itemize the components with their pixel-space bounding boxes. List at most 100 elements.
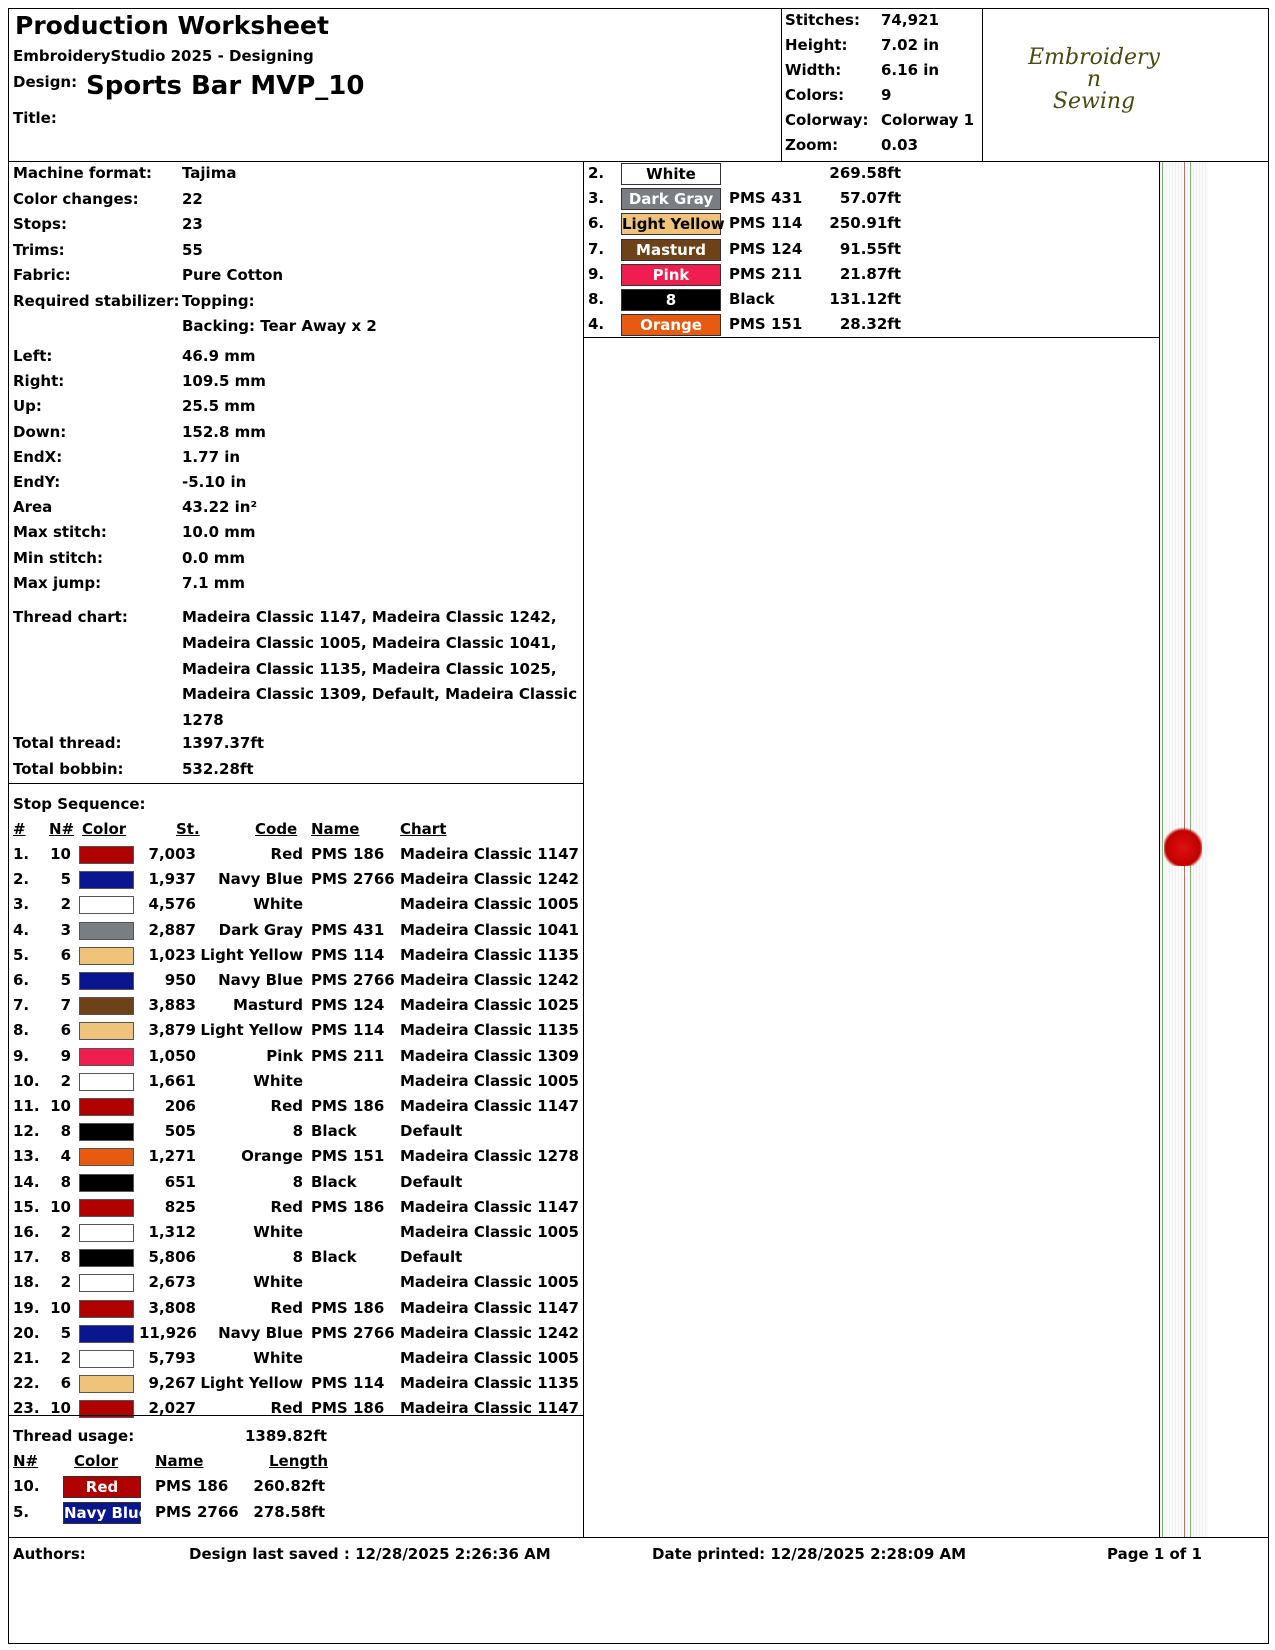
stat-value: 74,921 <box>881 11 939 29</box>
row-stitches: 3,879 <box>148 1021 196 1040</box>
row-number: 6. <box>13 971 30 989</box>
row-number: 8. <box>13 1021 30 1040</box>
footer-date-printed: Date printed: 12/28/2025 2:28:09 AM <box>652 1545 967 1563</box>
stat-label: Zoom: <box>785 136 839 154</box>
row-stitches: 950 <box>164 971 196 989</box>
usage-color-chip: Light Yellow <box>621 213 725 236</box>
row-needle: 2 <box>60 1071 71 1090</box>
color-swatch <box>79 1350 134 1368</box>
thread-usage-label: Thread usage: <box>13 1427 135 1445</box>
row-stitches: 3,808 <box>148 1298 196 1317</box>
col-header-stitches: St. <box>176 820 200 838</box>
row-stitches: 651 <box>164 1172 196 1191</box>
row-needle: 2 <box>60 1273 71 1292</box>
color-swatch <box>79 1249 134 1268</box>
dimension-label: EndY: <box>13 473 61 491</box>
logo-line-3: Sewing <box>1052 89 1136 114</box>
usage-name: PMS 186 <box>155 1477 229 1495</box>
row-needle: 7 <box>60 996 71 1015</box>
dimension-value: 46.9 mm <box>182 347 256 365</box>
row-number: 18. <box>13 1273 40 1292</box>
row-code: 8 <box>292 1248 303 1267</box>
row-code: White <box>253 1223 303 1241</box>
row-number: 16. <box>13 1223 40 1241</box>
row-name: PMS 151 <box>311 1147 385 1166</box>
stat-value: 6.16 in <box>881 61 940 79</box>
row-name: PMS 114 <box>311 945 385 964</box>
row-stitches: 5,793 <box>148 1349 196 1367</box>
usage-length: 57.07ft <box>839 189 901 208</box>
usage-needle: 3. <box>588 189 605 208</box>
row-code: Light Yellow <box>200 1374 303 1393</box>
usage-name: PMS 114 <box>729 214 803 233</box>
row-code: White <box>253 895 303 914</box>
dimension-value: 25.5 mm <box>182 397 256 416</box>
logo-line-1: Embroidery <box>1028 45 1160 70</box>
row-stitches: 1,661 <box>148 1071 196 1090</box>
row-needle: 5 <box>60 1323 71 1342</box>
property-label: Machine format: <box>13 164 152 182</box>
dimension-label: Min stitch: <box>13 548 103 567</box>
dimension-label: Up: <box>13 397 42 416</box>
usage-header-needle: N# <box>13 1452 39 1470</box>
color-swatch <box>79 1173 134 1192</box>
property-label: Trims: <box>13 240 65 259</box>
row-code: Dark Gray <box>218 920 303 939</box>
row-needle: 10 <box>50 1097 71 1115</box>
color-swatch <box>79 1324 134 1343</box>
dimension-label: Max jump: <box>13 573 102 592</box>
row-code: Light Yellow <box>200 945 303 964</box>
row-number: 20. <box>13 1323 40 1342</box>
row-number: 13. <box>13 1147 40 1166</box>
row-chart: Madeira Classic 1025 <box>400 996 579 1015</box>
row-chart: Madeira Classic 1242 <box>400 1323 579 1342</box>
row-stitches: 3,883 <box>148 996 196 1015</box>
property-value: 22 <box>182 189 203 208</box>
stat-label: Colors: <box>785 86 845 104</box>
row-needle: 10 <box>50 1197 71 1216</box>
usage-needle: 8. <box>588 290 605 308</box>
stat-value: Colorway 1 <box>881 111 975 129</box>
row-number: 15. <box>13 1197 40 1216</box>
thread-chart-label: Thread chart: <box>13 608 128 626</box>
stat-label: Width: <box>785 61 842 79</box>
dimension-label: Max stitch: <box>13 523 107 542</box>
row-chart: Default <box>400 1248 463 1267</box>
usage-color-chip: Orange <box>621 314 721 337</box>
usage-color-chip: Masturd <box>621 238 721 261</box>
row-needle: 5 <box>60 870 71 889</box>
row-needle: 10 <box>50 845 71 863</box>
usage-header-length: Length <box>269 1452 328 1470</box>
total-label: Total thread: <box>13 734 122 752</box>
color-swatch <box>79 921 134 940</box>
usage-name: Black <box>729 290 775 308</box>
row-needle: 6 <box>60 945 71 964</box>
row-name: PMS 431 <box>311 920 385 939</box>
row-chart: Madeira Classic 1005 <box>400 1349 579 1367</box>
color-swatch <box>79 1224 134 1242</box>
row-name: PMS 186 <box>311 1298 385 1317</box>
row-chart: Madeira Classic 1005 <box>400 1071 579 1090</box>
design-preview-strip <box>1160 162 1208 1537</box>
row-stitches: 505 <box>164 1122 196 1141</box>
row-stitches: 9,267 <box>148 1374 196 1393</box>
row-number: 14. <box>13 1172 40 1191</box>
row-needle: 6 <box>60 1374 71 1393</box>
usage-needle: 5. <box>13 1502 30 1521</box>
total-value: 1397.37ft <box>182 734 265 752</box>
row-chart: Madeira Classic 1242 <box>400 870 579 889</box>
design-label: Design: <box>13 73 78 91</box>
usage-name: PMS 2766 <box>155 1502 239 1521</box>
usage-header-color: Color <box>74 1452 119 1470</box>
color-swatch <box>79 1198 134 1217</box>
row-code: Pink <box>266 1046 303 1065</box>
property-value: Backing: Tear Away x 2 <box>182 317 377 335</box>
design-preview-thumbnail <box>1164 826 1202 866</box>
property-label: Color changes: <box>13 189 139 208</box>
row-stitches: 7,003 <box>148 845 196 863</box>
row-number: 12. <box>13 1122 40 1141</box>
footer-last-saved: Design last saved : 12/28/2025 2:26:36 A… <box>189 1545 551 1563</box>
property-label: Fabric: <box>13 266 71 284</box>
row-stitches: 206 <box>164 1097 196 1115</box>
row-code: Navy Blue <box>218 1323 303 1342</box>
